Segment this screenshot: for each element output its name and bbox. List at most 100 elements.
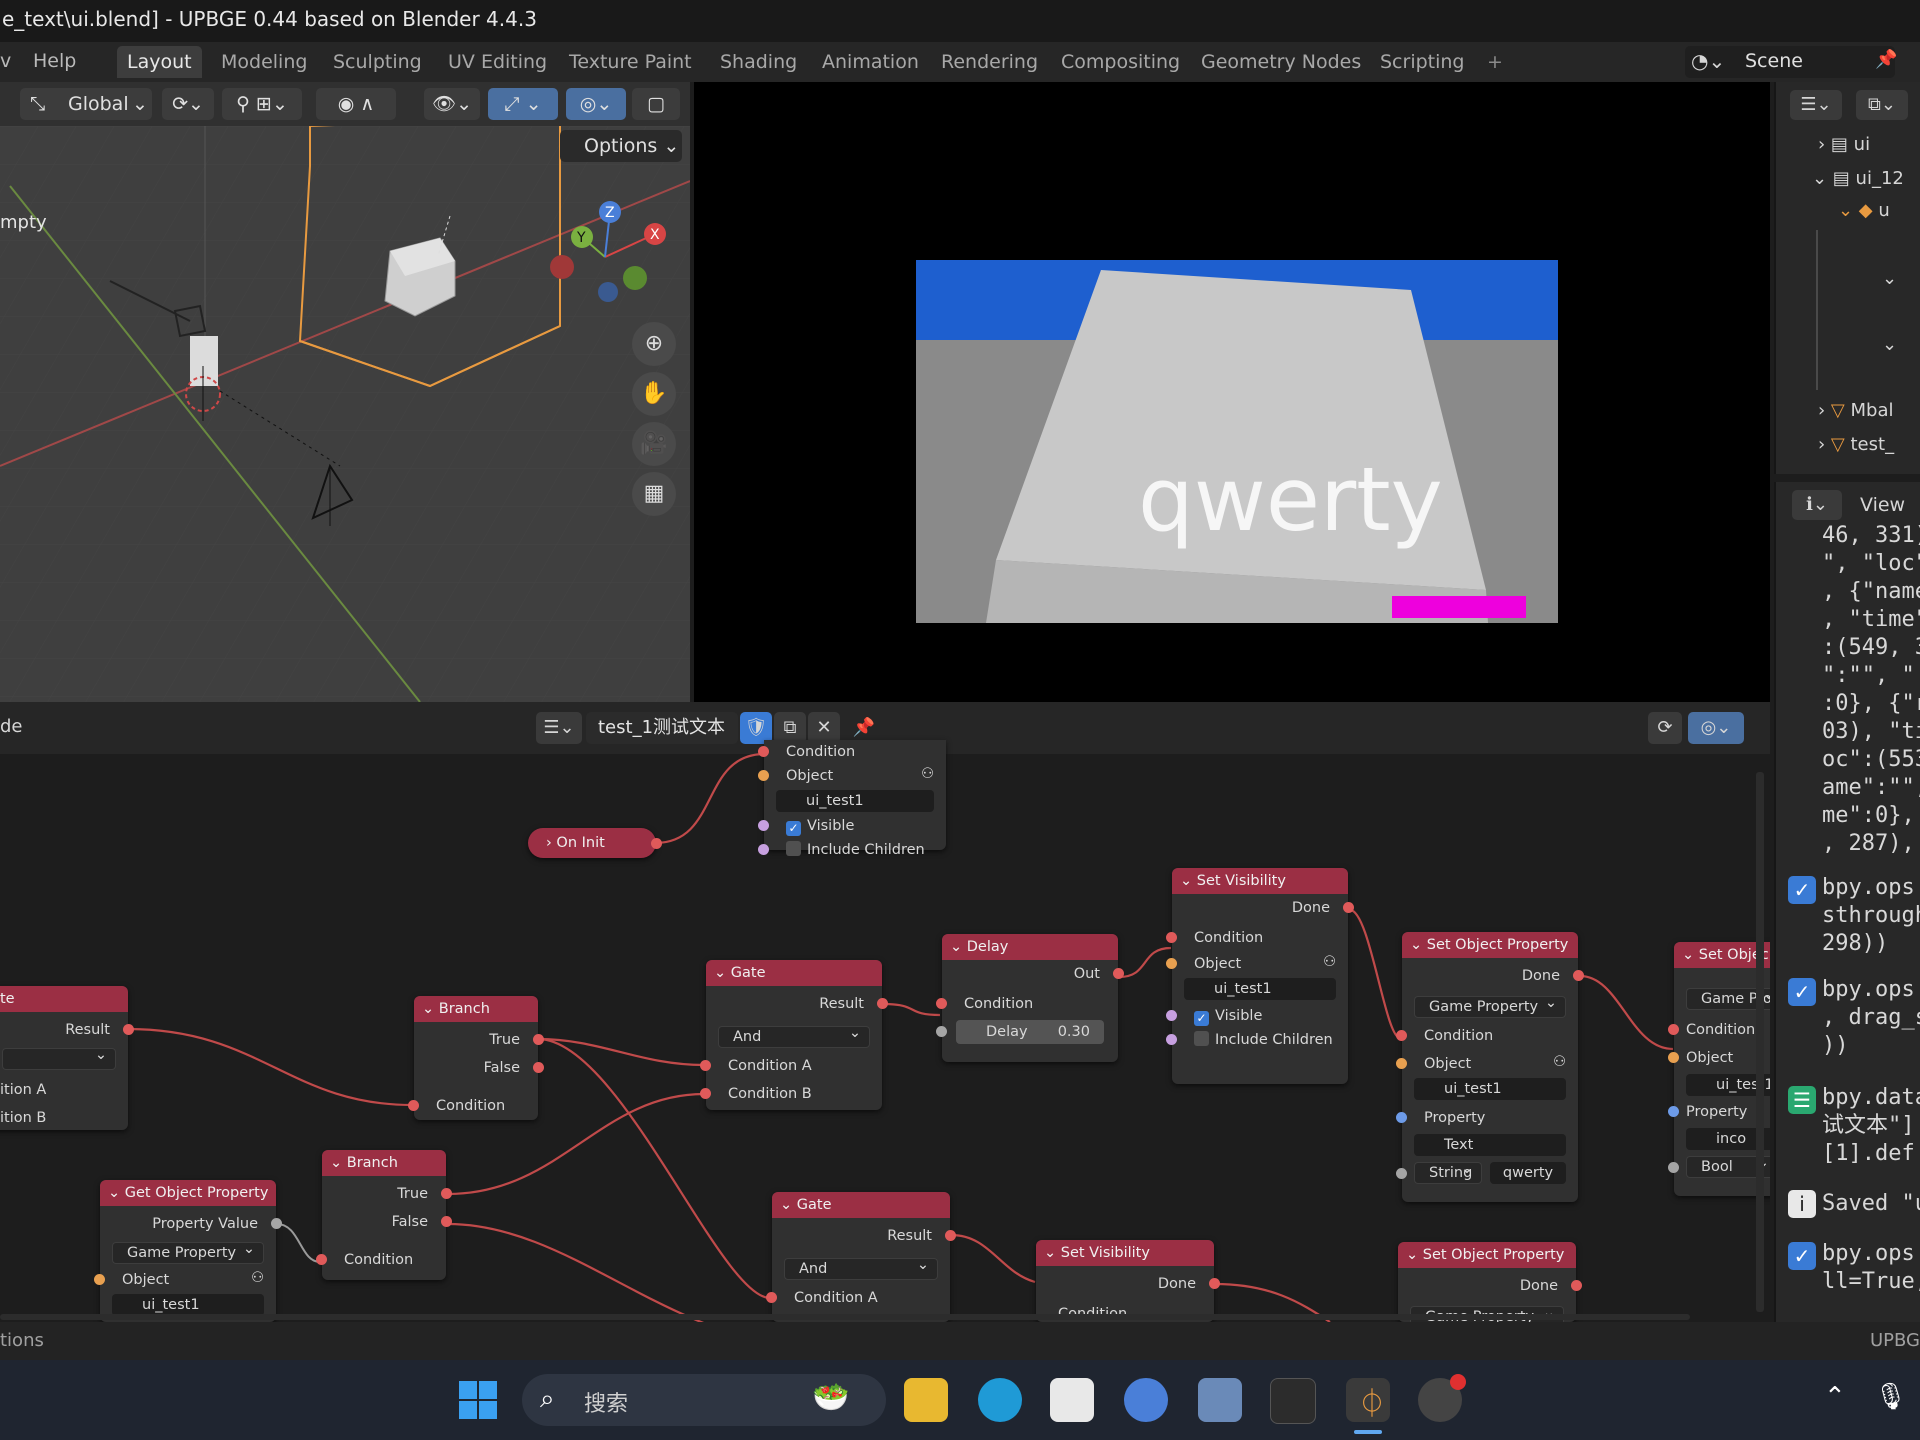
tab-shading[interactable]: Shading: [710, 46, 807, 78]
gate-operator-dropdown[interactable]: [2, 1048, 116, 1070]
zoom-icon[interactable]: ⊕: [632, 322, 676, 366]
false-socket[interactable]: [533, 1062, 544, 1073]
proportional-edit-icon[interactable]: ◉ ∧: [316, 88, 396, 120]
condition-socket[interactable]: [936, 998, 947, 1009]
editor-type-icon[interactable]: ℹ⌄: [1792, 490, 1842, 520]
menu-view[interactable]: v: [0, 50, 11, 72]
condition-a-socket[interactable]: [700, 1060, 711, 1071]
delay-socket[interactable]: [936, 1026, 947, 1037]
taskbar-search-box[interactable]: ⌕ 搜索 🥗: [522, 1374, 886, 1426]
gizmo-toggle-icon[interactable]: ⤢ ⌄: [488, 88, 558, 120]
outliner-item[interactable]: ⌄ ▤ ui_12: [1812, 168, 1904, 189]
property-mode-dropdown[interactable]: Game Property: [112, 1242, 264, 1264]
logic-node-editor[interactable]: de ☰⌄ test_1测试文本 🛡 ⧉ ✕ 📌 ⟳ ◎⌄ Condition: [0, 702, 1770, 1322]
eyedropper-icon[interactable]: ⚇: [1553, 1054, 1566, 1070]
remote-desktop-icon[interactable]: [1198, 1378, 1242, 1422]
object-socket[interactable]: [1668, 1052, 1679, 1063]
visibility-eye-icon[interactable]: 👁⌄: [424, 88, 480, 120]
done-socket[interactable]: [1343, 902, 1354, 913]
out-socket[interactable]: [1113, 968, 1124, 979]
value-socket[interactable]: [1396, 1168, 1407, 1179]
perspective-grid-icon[interactable]: ▦: [632, 472, 676, 516]
condition-socket[interactable]: [408, 1100, 419, 1111]
property-socket[interactable]: [1668, 1106, 1679, 1117]
eyedropper-icon[interactable]: ⚇: [251, 1270, 264, 1286]
delay-field[interactable]: Delay 0.30: [956, 1020, 1104, 1044]
done-socket[interactable]: [1571, 1280, 1582, 1291]
navigation-gizmo[interactable]: X Y Z: [540, 192, 680, 322]
property-socket[interactable]: [1396, 1112, 1407, 1123]
game-view[interactable]: qwerty: [694, 82, 1770, 702]
object-field[interactable]: ui_test1: [776, 790, 934, 812]
terminal-icon[interactable]: [1270, 1378, 1316, 1424]
edge-browser-icon[interactable]: [978, 1378, 1022, 1422]
include-children-checkbox[interactable]: Include Children: [1172, 1028, 1348, 1052]
set-visibility-node[interactable]: ⌄ Set Visibility Done Condition Object ⚇…: [1166, 868, 1354, 1084]
settings-gear-icon[interactable]: [1124, 1378, 1168, 1422]
microphone-icon[interactable]: 🎙: [1874, 1382, 1907, 1412]
object-socket[interactable]: [758, 770, 769, 781]
property-mode-dropdown[interactable]: Game Property: [1414, 996, 1566, 1018]
branch-node[interactable]: ⌄ Branch True False Condition: [408, 996, 544, 1120]
condition-socket[interactable]: [1668, 1024, 1679, 1035]
menu-help[interactable]: Help: [33, 50, 76, 72]
vertical-scrollbar[interactable]: [1756, 772, 1764, 1312]
visible-socket[interactable]: [1166, 1010, 1177, 1021]
done-socket[interactable]: [1573, 970, 1584, 981]
tab-texture-paint[interactable]: Texture Paint: [559, 46, 702, 78]
include-children-socket[interactable]: [1166, 1034, 1177, 1045]
tab-animation[interactable]: Animation: [812, 46, 929, 78]
options-dropdown[interactable]: Options ⌄: [560, 130, 682, 162]
include-children-socket[interactable]: [758, 844, 769, 855]
object-field[interactable]: ui_test1: [112, 1294, 264, 1316]
property-value-socket[interactable]: [271, 1218, 282, 1229]
outliner-item[interactable]: › ▽ test_: [1818, 434, 1894, 455]
gate-operator-dropdown[interactable]: And: [784, 1258, 938, 1280]
delay-node[interactable]: ⌄ Delay Out Condition Delay 0.30: [936, 934, 1124, 1062]
object-socket[interactable]: [1166, 958, 1177, 969]
tab-rendering[interactable]: Rendering: [931, 46, 1048, 78]
output-socket[interactable]: [651, 838, 662, 849]
overlay-toggle-icon[interactable]: ◎⌄: [566, 88, 626, 120]
branch-node[interactable]: ⌄ Branch True False Condition: [316, 1150, 452, 1280]
condition-socket[interactable]: [1396, 1030, 1407, 1041]
horizontal-scrollbar[interactable]: [0, 1314, 1690, 1320]
windows-start-icon[interactable]: [456, 1378, 500, 1422]
snap-icon[interactable]: ⚲ ⊞⌄: [222, 88, 302, 120]
file-explorer-icon[interactable]: [904, 1378, 948, 1422]
camera-view-icon[interactable]: 🎥: [632, 422, 676, 466]
outliner-item[interactable]: › ▤ ui: [1818, 134, 1870, 155]
object-socket[interactable]: [1396, 1058, 1407, 1069]
display-mode-icon[interactable]: ☰⌄: [1790, 90, 1842, 120]
outliner[interactable]: ☰⌄ ⧉⌄ › ▤ ui ⌄ ▤ ui_12 ⌄ ◆ u ⌄ ⌄ › ▽ Mba…: [1774, 82, 1920, 474]
get-object-property-node[interactable]: ⌄ Get Object Property Property Value Gam…: [94, 1180, 282, 1322]
scene-selector[interactable]: ◔⌄ Scene 📌: [1685, 46, 1897, 78]
condition-b-socket[interactable]: [700, 1088, 711, 1099]
store-icon[interactable]: [1050, 1378, 1094, 1422]
tab-layout[interactable]: Layout: [117, 46, 202, 78]
on-init-node[interactable]: › On Init: [528, 828, 662, 858]
condition-socket[interactable]: [758, 746, 769, 757]
info-view-menu[interactable]: View: [1860, 494, 1905, 516]
value-type-dropdown[interactable]: String: [1414, 1162, 1482, 1184]
info-editor[interactable]: ℹ⌄ View 46, 331) ", "loc" , {"name , "ti…: [1774, 482, 1920, 1322]
true-socket[interactable]: [533, 1034, 544, 1045]
condition-socket[interactable]: [1166, 932, 1177, 943]
visible-checkbox[interactable]: ✓ Visible: [1172, 1004, 1348, 1028]
condition-a-socket[interactable]: [766, 1292, 777, 1303]
property-name-field[interactable]: Text: [1414, 1134, 1566, 1156]
pan-hand-icon[interactable]: ✋: [632, 372, 676, 416]
outliner-item[interactable]: ⌄ ◆ u: [1838, 200, 1890, 221]
false-socket[interactable]: [441, 1216, 452, 1227]
pivot-point-icon[interactable]: ⟳⌄: [162, 88, 214, 120]
result-socket[interactable]: [945, 1230, 956, 1241]
tab-compositing[interactable]: Compositing: [1051, 46, 1190, 78]
set-visibility-node[interactable]: ⌄ Set Visibility Done Condition: [1036, 1240, 1220, 1322]
include-children-checkbox[interactable]: Include Children: [764, 838, 946, 862]
gate-node[interactable]: ⌄ Gate Result And Condition A Condition …: [700, 960, 888, 1110]
chevron-up-icon[interactable]: ⌃: [1824, 1382, 1846, 1412]
done-socket[interactable]: [1209, 1278, 1220, 1289]
chevron-down-icon[interactable]: ⌄: [1882, 334, 1897, 355]
tab-sculpting[interactable]: Sculpting: [323, 46, 432, 78]
obs-icon[interactable]: [1418, 1374, 1466, 1422]
